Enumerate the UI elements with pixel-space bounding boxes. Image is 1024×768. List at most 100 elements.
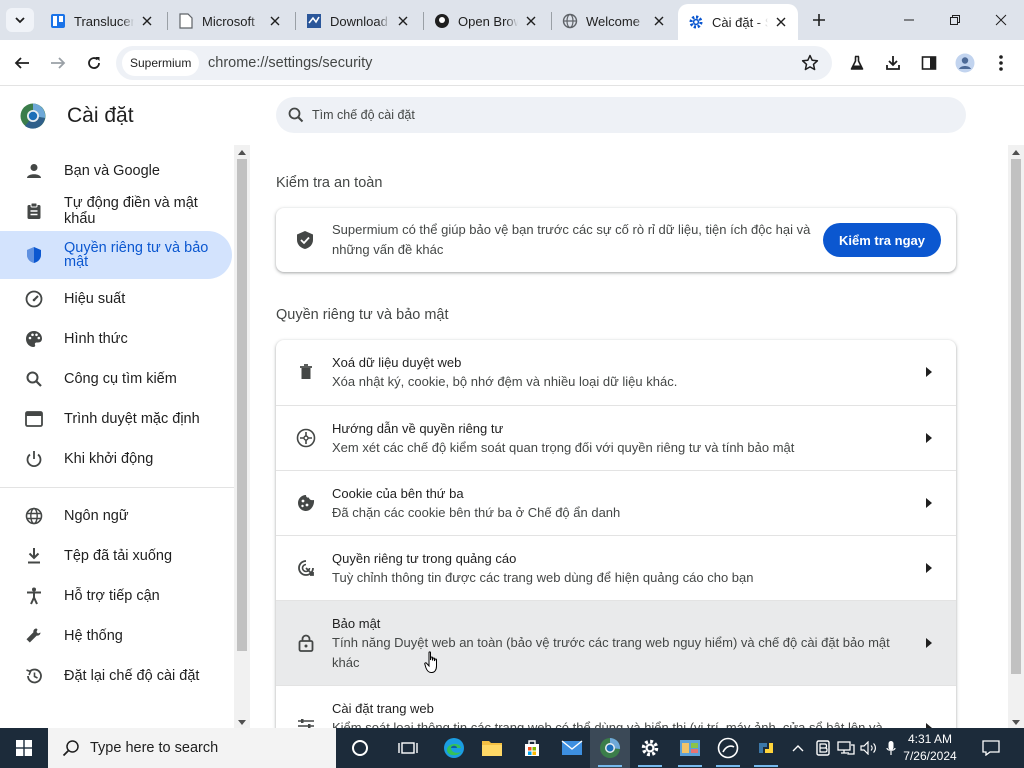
privacy-row-site-settings[interactable]: Cài đặt trang web Kiểm soát loại thông t… xyxy=(276,685,956,728)
new-tab-button[interactable] xyxy=(806,8,832,32)
scroll-down-icon[interactable] xyxy=(1012,718,1020,726)
show-hidden-icons-button[interactable] xyxy=(790,728,806,768)
url-text[interactable]: chrome://settings/security xyxy=(208,55,372,71)
tray-network[interactable] xyxy=(836,728,856,768)
taskbar-settings[interactable] xyxy=(630,728,670,768)
taskbar-clock[interactable]: 4:31 AM 7/26/2024 xyxy=(900,731,960,765)
main-scrollbar[interactable] xyxy=(1008,145,1024,728)
address-bar[interactable]: Supermium chrome://settings/security xyxy=(116,46,832,80)
arrow-right-icon xyxy=(924,367,934,377)
sidebar-item-label: Trình duyệt mặc định xyxy=(64,411,200,427)
mail-icon xyxy=(561,740,583,755)
minimize-button[interactable] xyxy=(886,0,932,40)
close-icon[interactable] xyxy=(772,13,790,31)
cookie-icon xyxy=(296,493,316,513)
sidebar-item-system[interactable]: Hệ thống xyxy=(0,616,232,656)
forward-button[interactable] xyxy=(44,49,72,77)
labs-button[interactable] xyxy=(843,49,871,77)
python-icon xyxy=(759,743,773,753)
taskbar-github-app[interactable] xyxy=(708,728,748,768)
scroll-down-icon[interactable] xyxy=(238,718,246,726)
globe-favicon-icon xyxy=(562,13,578,29)
restore-icon xyxy=(950,15,960,25)
downloads-button[interactable] xyxy=(879,49,907,77)
cortana-circle-icon xyxy=(352,740,368,756)
tab-settings[interactable]: Cài đặt - Supermium xyxy=(678,4,798,40)
close-icon[interactable] xyxy=(394,12,412,30)
tab-welcome[interactable]: Welcome xyxy=(552,6,676,36)
profile-button[interactable] xyxy=(951,49,979,77)
search-input[interactable] xyxy=(312,108,912,122)
notifications-button[interactable] xyxy=(976,728,1006,768)
shield-icon xyxy=(24,245,44,265)
menu-button[interactable] xyxy=(987,49,1015,77)
close-icon[interactable] xyxy=(650,12,668,30)
site-chip[interactable]: Supermium xyxy=(122,50,200,76)
sidebar-item-default-browser[interactable]: Trình duyệt mặc định xyxy=(0,399,232,439)
tab-search-button[interactable] xyxy=(6,8,34,32)
compass-icon xyxy=(296,428,316,448)
scrollbar-thumb[interactable] xyxy=(237,159,247,651)
sidebar-item-label: Ngôn ngữ xyxy=(64,508,129,524)
sidebar-item-privacy[interactable]: Quyền riêng tư và bảo mật xyxy=(0,231,232,279)
scroll-up-icon[interactable] xyxy=(238,148,246,156)
chevron-up-icon xyxy=(792,745,804,752)
privacy-row-security[interactable]: Bảo mật Tính năng Duyệt web an toàn (bảo… xyxy=(276,600,956,685)
privacy-row-third-party-cookies[interactable]: Cookie của bên thứ ba Đã chặn các cookie… xyxy=(276,470,956,535)
privacy-row-guide[interactable]: Hướng dẫn về quyền riêng tư Xem xét các … xyxy=(276,405,956,470)
taskbar-mail[interactable] xyxy=(552,728,592,768)
tab-translucent[interactable]: Translucent xyxy=(40,6,164,36)
sidebar-item-autofill[interactable]: Tự động điền và mật khẩu xyxy=(0,191,232,231)
scroll-up-icon[interactable] xyxy=(1012,148,1020,156)
sidebar-scrollbar[interactable] xyxy=(234,145,250,728)
sidebar-item-languages[interactable]: Ngôn ngữ xyxy=(0,496,232,536)
taskbar-search[interactable]: Type here to search xyxy=(48,728,336,768)
tab-open-browser[interactable]: Open Brows xyxy=(424,6,548,36)
row-title: Bảo mật xyxy=(332,616,381,631)
tray-volume[interactable] xyxy=(858,728,880,768)
taskbar-store[interactable] xyxy=(512,728,552,768)
task-view-button[interactable] xyxy=(388,728,428,768)
back-button[interactable] xyxy=(8,49,36,77)
sidebar-item-search-engine[interactable]: Công cụ tìm kiếm xyxy=(0,359,232,399)
close-icon[interactable] xyxy=(522,12,540,30)
sidebar-item-appearance[interactable]: Hình thức xyxy=(0,319,232,359)
plus-icon xyxy=(813,14,825,26)
side-panel-button[interactable] xyxy=(915,49,943,77)
close-icon[interactable] xyxy=(138,12,156,30)
reload-button[interactable] xyxy=(80,49,108,77)
check-now-button[interactable]: Kiểm tra ngay xyxy=(823,223,941,257)
tab-microsoft[interactable]: Microsoft xyxy=(168,6,292,36)
sidebar-item-downloads[interactable]: Tệp đã tải xuống xyxy=(0,536,232,576)
taskbar-supermium[interactable] xyxy=(590,728,630,768)
privacy-row-ad-privacy[interactable]: Quyền riêng tư trong quảng cáo Tuỳ chỉnh… xyxy=(276,535,956,600)
safety-check-card: Supermium có thể giúp bảo vệ bạn trước c… xyxy=(276,208,956,272)
download-favicon-icon xyxy=(306,13,322,29)
privacy-row-clear-data[interactable]: Xoá dữ liệu duyệt web Xóa nhật ký, cooki… xyxy=(276,340,956,405)
tab-title: Welcome xyxy=(586,13,640,29)
tray-microphone[interactable] xyxy=(882,728,900,768)
taskbar-python[interactable] xyxy=(746,728,786,768)
taskbar-control-panel[interactable] xyxy=(670,728,710,768)
sidebar-item-you-and-google[interactable]: Bạn và Google xyxy=(0,151,232,191)
cortana-button[interactable] xyxy=(340,728,380,768)
bookmark-star-icon[interactable] xyxy=(798,51,822,75)
settings-search[interactable] xyxy=(276,97,966,133)
tray-app[interactable] xyxy=(814,728,832,768)
person-icon xyxy=(24,161,44,181)
tab-download[interactable]: Download xyxy=(296,6,420,36)
maximize-button[interactable] xyxy=(932,0,978,40)
history-icon xyxy=(24,666,44,686)
close-window-button[interactable] xyxy=(978,0,1024,40)
row-title: Hướng dẫn về quyền riêng tư xyxy=(332,421,504,436)
close-icon[interactable] xyxy=(266,12,284,30)
taskbar-edge[interactable] xyxy=(434,728,474,768)
scrollbar-thumb[interactable] xyxy=(1011,159,1021,674)
arrow-right-icon xyxy=(924,433,934,443)
sidebar-item-performance[interactable]: Hiệu suất xyxy=(0,279,232,319)
sidebar-item-on-startup[interactable]: Khi khởi động xyxy=(0,439,232,479)
sidebar-item-accessibility[interactable]: Hỗ trợ tiếp cận xyxy=(0,576,232,616)
sidebar-item-reset[interactable]: Đặt lại chế độ cài đặt xyxy=(0,656,232,696)
start-button[interactable] xyxy=(0,728,48,768)
taskbar-file-explorer[interactable] xyxy=(472,728,512,768)
